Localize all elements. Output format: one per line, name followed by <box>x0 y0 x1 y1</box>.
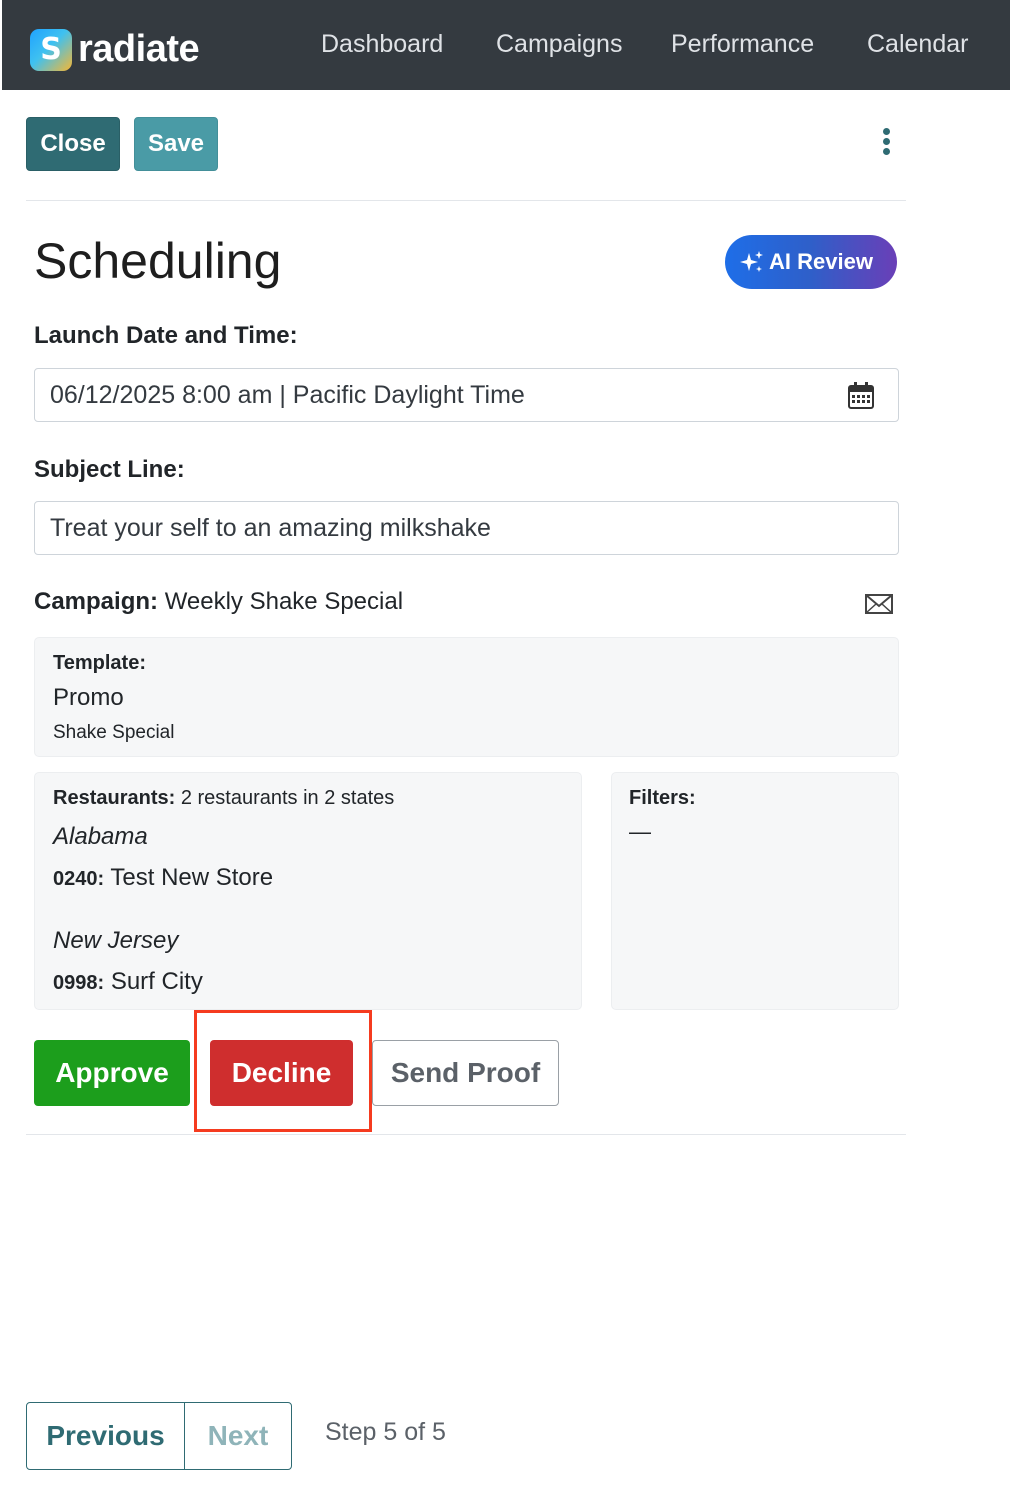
ai-review-button[interactable]: AI Review <box>725 235 897 289</box>
next-button[interactable]: Next <box>185 1403 291 1469</box>
restaurants-summary: 2 restaurants in 2 states <box>180 787 395 809</box>
step-pager: Previous Next <box>26 1402 292 1470</box>
subject-line-input[interactable]: Treat your self to an amazing milkshake <box>34 501 899 555</box>
campaign-info: Campaign: Weekly Shake Special <box>34 588 403 616</box>
divider <box>26 1134 906 1135</box>
store-code: 0240: <box>53 868 105 890</box>
nav-performance[interactable]: Performance <box>671 30 814 59</box>
nav-dashboard[interactable]: Dashboard <box>321 30 443 59</box>
nav-campaigns[interactable]: Campaigns <box>496 30 622 59</box>
template-label: Template: <box>53 652 146 674</box>
state-name: New Jersey <box>53 927 179 954</box>
decline-highlight-box <box>194 1010 372 1132</box>
subject-line-label: Subject Line: <box>34 456 185 483</box>
save-button[interactable]: Save <box>134 117 218 171</box>
brand-name: radiate <box>78 28 200 70</box>
send-proof-button[interactable]: Send Proof <box>372 1040 559 1106</box>
template-panel: Template: Promo Shake Special <box>34 637 899 757</box>
state-name: Alabama <box>53 823 148 850</box>
store-entry: 0240: Test New Store <box>53 864 273 892</box>
filters-value: — <box>629 819 651 844</box>
close-button[interactable]: Close <box>26 117 120 171</box>
filters-panel: Filters: — <box>611 772 899 1010</box>
kebab-menu-icon[interactable] <box>878 128 894 160</box>
subject-line-value: Treat your self to an amazing milkshake <box>50 514 491 542</box>
launch-date-label: Launch Date and Time: <box>34 322 298 349</box>
campaign-label: Campaign: <box>34 588 159 615</box>
approve-button[interactable]: Approve <box>34 1040 190 1106</box>
store-code: 0998: <box>53 972 105 994</box>
restaurants-panel: Restaurants: 2 restaurants in 2 states A… <box>34 772 582 1010</box>
mail-icon[interactable] <box>865 594 893 614</box>
previous-button[interactable]: Previous <box>27 1403 185 1469</box>
store-name: Surf City <box>110 968 203 995</box>
store-name: Test New Store <box>110 864 274 891</box>
radiate-logo-icon: S <box>30 28 72 71</box>
filters-label: Filters: <box>629 787 696 809</box>
divider <box>26 200 906 201</box>
nav-calendar[interactable]: Calendar <box>867 30 968 59</box>
calendar-icon[interactable] <box>848 382 874 409</box>
step-indicator: Step 5 of 5 <box>325 1418 446 1446</box>
top-navbar: S radiate Dashboard Campaigns Performanc… <box>2 0 1010 90</box>
sparkle-icon <box>740 251 763 272</box>
launch-date-input[interactable]: 06/12/2025 8:00 am | Pacific Daylight Ti… <box>34 368 899 422</box>
template-subtitle: Shake Special <box>53 722 175 743</box>
launch-date-value: 06/12/2025 8:00 am | Pacific Daylight Ti… <box>50 381 525 409</box>
ai-review-label: AI Review <box>769 249 873 274</box>
store-entry: 0998: Surf City <box>53 968 203 996</box>
template-name: Promo <box>53 684 124 711</box>
campaign-name: Weekly Shake Special <box>164 588 404 615</box>
brand[interactable]: S radiate <box>30 28 200 71</box>
page-title: Scheduling <box>34 233 282 289</box>
restaurants-header: Restaurants: 2 restaurants in 2 states <box>53 787 394 810</box>
restaurants-label: Restaurants: <box>53 787 176 809</box>
